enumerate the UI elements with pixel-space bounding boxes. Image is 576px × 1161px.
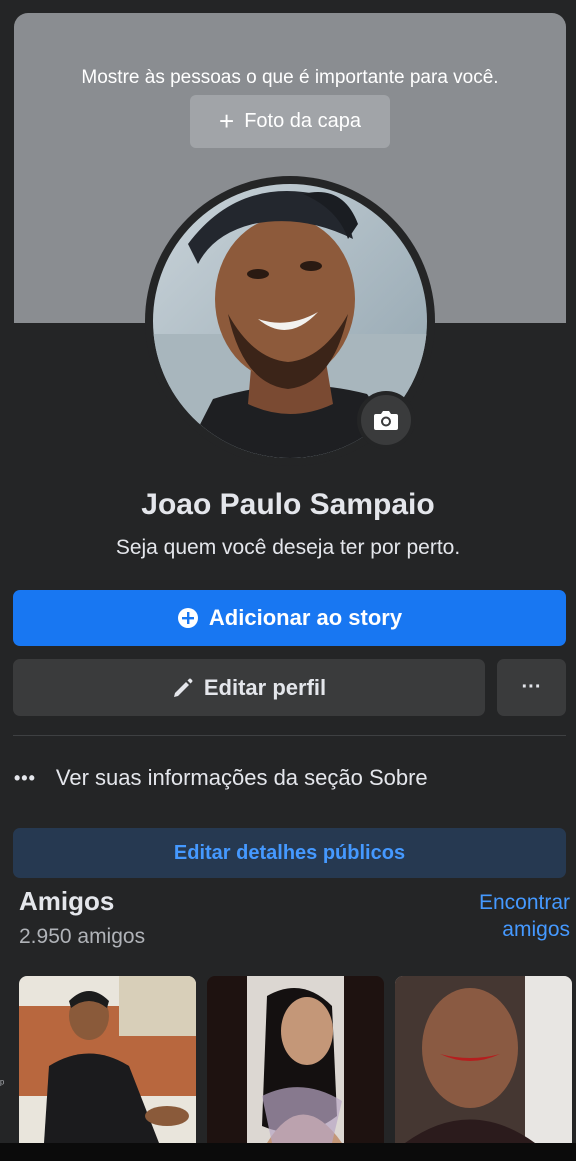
friends-title: Amigos [19, 886, 115, 916]
add-to-story-label: Adicionar ao story [208, 605, 403, 630]
friends-count: 2.950 amigos [19, 925, 146, 948]
profile-name: Joao Paulo Sampaio [141, 488, 435, 521]
edit-profile-button[interactable]: Editar perfil [13, 659, 485, 716]
edit-public-details-button[interactable]: Editar detalhes públicos [13, 828, 566, 878]
friend-photo-2 [207, 976, 384, 1143]
divider [13, 735, 566, 736]
profile-bio: Seja quem você deseja ter por perto. [115, 536, 461, 559]
edge-mark: ᵖ [0, 1078, 5, 1090]
cover-prompt: Mostre às pessoas o que é importante par… [81, 67, 499, 88]
friend-photo[interactable] [19, 976, 196, 1143]
friend-photo-1 [19, 976, 196, 1143]
find-friends-link[interactable]: Encontrar amigos [430, 889, 570, 943]
add-circle-icon [177, 608, 198, 628]
more-dots-icon: ••• [14, 767, 36, 788]
add-cover-photo-label: Foto da capa [244, 110, 361, 132]
change-profile-photo-button[interactable] [357, 391, 415, 449]
more-dots-icon: ··· [521, 676, 542, 698]
friend-photo[interactable] [207, 976, 384, 1143]
add-to-story-button[interactable]: Adicionar ao story [13, 590, 566, 646]
about-section-label: Ver suas informações da seção Sobre [55, 765, 428, 790]
edit-profile-label: Editar perfil [203, 674, 327, 700]
pencil-icon [173, 678, 193, 697]
bottom-bar [0, 1143, 576, 1161]
friend-photo[interactable] [395, 976, 572, 1143]
edit-public-details-label: Editar detalhes públicos [173, 841, 406, 864]
plus-icon: + [219, 105, 235, 136]
friend-photo-3 [395, 976, 572, 1143]
add-cover-photo-button[interactable]: + Foto da capa [190, 95, 390, 148]
about-section-link[interactable]: ••• Ver suas informações da seção Sobre [14, 762, 428, 794]
more-options-button[interactable]: ··· [497, 659, 566, 716]
camera-icon [374, 411, 398, 430]
